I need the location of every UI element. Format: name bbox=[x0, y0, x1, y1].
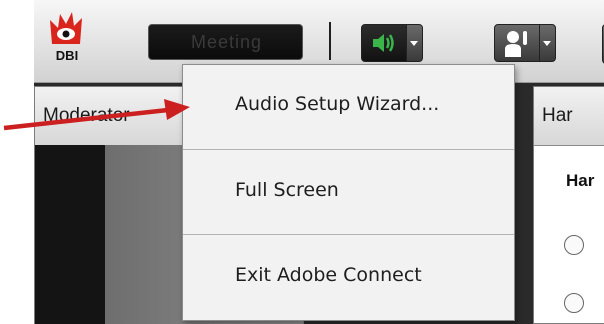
toolbar-divider bbox=[329, 22, 331, 60]
menu-item-audio-setup-wizard[interactable]: Audio Setup Wizard... bbox=[183, 65, 514, 149]
pod-header: Har bbox=[534, 87, 604, 146]
status-button[interactable] bbox=[494, 24, 556, 62]
pod-title: Moderator bbox=[43, 105, 130, 126]
logo-text: DBI bbox=[55, 48, 79, 63]
poll-option-radio[interactable] bbox=[564, 293, 584, 313]
status-toggle[interactable] bbox=[495, 25, 539, 61]
audio-dropdown-toggle[interactable] bbox=[406, 25, 422, 61]
speaker-icon bbox=[373, 34, 394, 52]
pod-title: Har bbox=[542, 105, 573, 126]
speaker-toggle[interactable] bbox=[362, 25, 406, 61]
chevron-down-icon bbox=[410, 41, 418, 46]
poll-question: Har bbox=[566, 171, 595, 190]
menu-item-label: Full Screen bbox=[235, 179, 339, 201]
menu-item-label: Exit Adobe Connect bbox=[235, 264, 422, 286]
audio-button[interactable] bbox=[361, 24, 423, 62]
poll-pod: Har Har bbox=[533, 86, 604, 324]
status-dropdown-toggle[interactable] bbox=[539, 25, 555, 61]
menu-item-label: Audio Setup Wizard... bbox=[235, 93, 440, 115]
chevron-down-icon bbox=[543, 41, 551, 46]
meeting-name-box[interactable]: Meeting bbox=[148, 24, 303, 60]
menu-item-full-screen[interactable]: Full Screen bbox=[183, 150, 514, 234]
adobe-connect-window: DBI Meeting Moderator Har Har Audio Setu… bbox=[34, 0, 604, 324]
poll-option-radio[interactable] bbox=[564, 235, 584, 255]
meeting-name: Meeting bbox=[190, 32, 263, 52]
flame-eye-icon bbox=[50, 12, 82, 44]
dbi-logo: DBI bbox=[48, 10, 84, 66]
raise-hand-icon bbox=[505, 31, 527, 57]
menu-item-exit-adobe-connect[interactable]: Exit Adobe Connect bbox=[183, 235, 514, 319]
audio-dropdown-menu: Audio Setup Wizard... Full Screen Exit A… bbox=[182, 64, 515, 321]
